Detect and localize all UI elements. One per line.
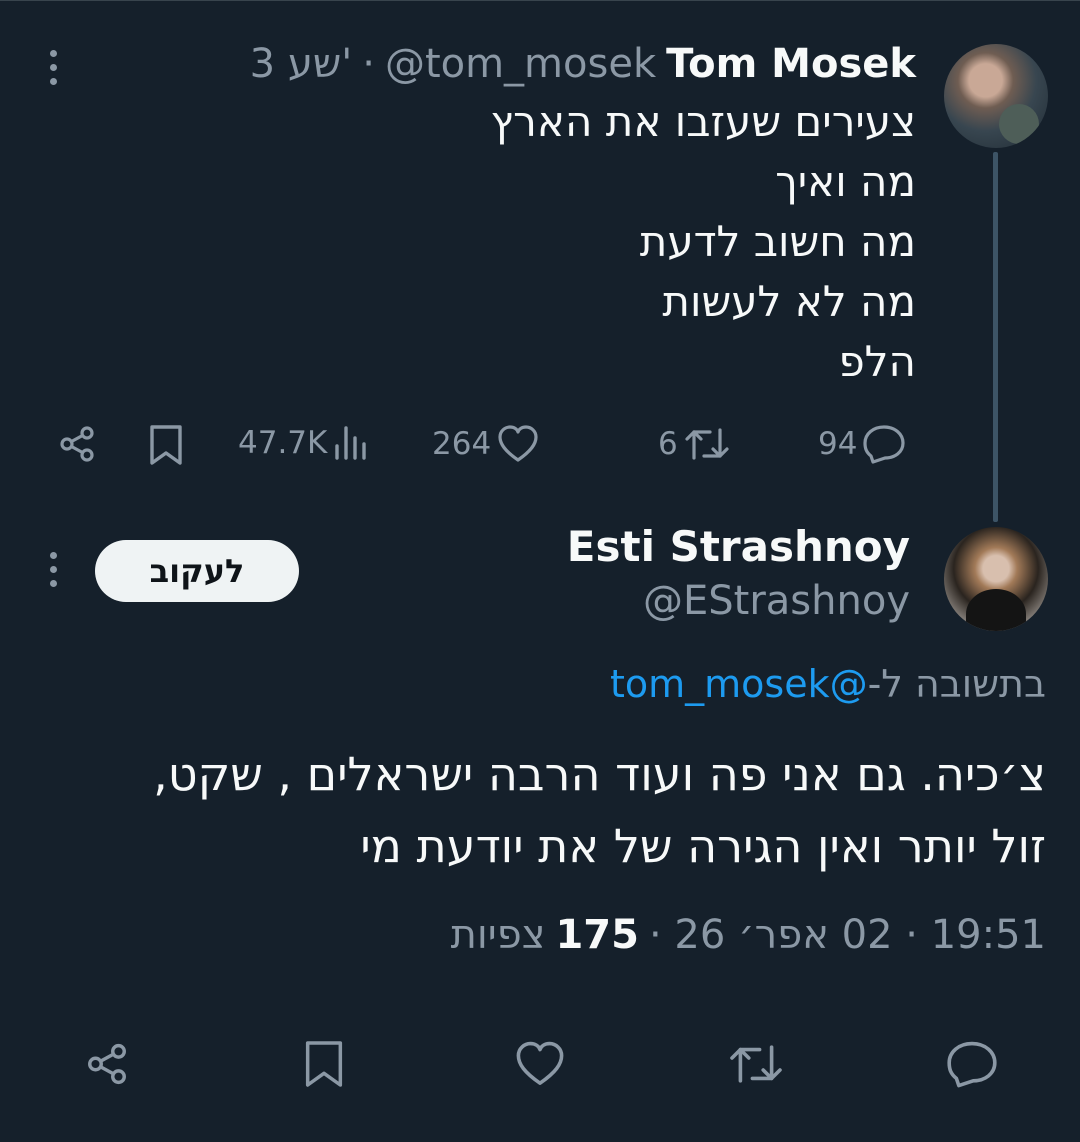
more-icon[interactable] [48, 50, 58, 85]
share-icon [60, 426, 94, 462]
parent-tweet-time[interactable]: 3 שע' [250, 41, 353, 87]
replies-count: 94 [818, 426, 858, 462]
top-divider [0, 0, 1080, 1]
main-tweet-actions [0, 1036, 1080, 1092]
reposts-count: 6 [658, 426, 678, 462]
parent-tweet-handle[interactable]: @tom_mosek [385, 41, 656, 87]
reply-button[interactable]: 94 [818, 424, 906, 464]
reply-button[interactable] [946, 1040, 998, 1092]
repost-icon [685, 428, 729, 460]
parent-tweet-text: צעירים שעזבו את הארץ מה ואיך מה חשוב לדע… [216, 92, 917, 392]
share-button[interactable] [84, 1040, 130, 1092]
main-tweet-handle[interactable]: @EStrashnoy [643, 578, 910, 624]
parent-tweet-line: מה חשוב לדעת [639, 217, 916, 266]
replying-to: בתשובה ל-@tom_mosek [610, 662, 1046, 706]
tom-mosek-avatar[interactable] [944, 44, 1048, 148]
parent-tweet-line: צעירים שעזבו את הארץ [490, 97, 917, 146]
parent-tweet-line: מה לא לעשות [662, 277, 916, 326]
like-icon [516, 1041, 564, 1085]
main-tweet-views-count: 175 [555, 912, 639, 958]
reply-icon [863, 425, 906, 464]
parent-tweet-line: מה ואיך [775, 157, 916, 206]
share-button[interactable] [57, 424, 97, 464]
views-icon [335, 426, 367, 460]
views-count: 47.7K [238, 425, 328, 461]
main-tweet-text: צ׳כיה. גם אני פה ועוד הרבה ישראלים , שקט… [36, 738, 1046, 882]
share-icon [88, 1043, 126, 1085]
main-tweet-line: זול יותר ואין הגירה של את יודעת מי [360, 819, 1046, 873]
more-icon[interactable] [48, 552, 58, 587]
follow-button[interactable]: לעקוב [95, 540, 299, 602]
like-button[interactable]: 264 [432, 424, 539, 464]
repost-button[interactable] [727, 1040, 785, 1092]
reply-icon [947, 1041, 997, 1088]
esti-strashnoy-avatar[interactable] [944, 527, 1048, 631]
parent-tweet-header: 3 שע' · @tom_mosek Tom Mosek [250, 38, 916, 90]
likes-count: 264 [432, 426, 492, 462]
views-button[interactable]: 47.7K [238, 424, 367, 462]
repost-icon [730, 1045, 782, 1083]
replying-to-link[interactable]: @tom_mosek [610, 662, 868, 706]
bookmark-button[interactable] [148, 424, 184, 466]
main-tweet-meta: 19:51 · 02 אפר׳ 26 · 175 צפיות [451, 912, 1046, 958]
like-button[interactable] [514, 1040, 566, 1092]
bookmark-icon [305, 1041, 343, 1087]
main-tweet-line: צ׳כיה. גם אני פה ועוד הרבה ישראלים , שקט… [153, 747, 1046, 801]
main-tweet-views-label: צפיות [450, 912, 546, 958]
repost-button[interactable]: 6 [658, 424, 730, 464]
parent-tweet-actions: 47.7K 264 6 94 [0, 418, 1080, 472]
main-tweet-display-name[interactable]: Esti Strashnoy [567, 522, 910, 571]
bookmark-icon [150, 425, 182, 465]
parent-tweet-display-name[interactable]: Tom Mosek [666, 41, 916, 87]
parent-tweet-separator: · [362, 41, 375, 87]
replying-to-prefix: בתשובה ל- [867, 662, 1046, 706]
like-icon [498, 425, 538, 462]
parent-tweet-line: הלפ [838, 337, 916, 386]
bookmark-button[interactable] [303, 1038, 345, 1094]
main-tweet-timestamp[interactable]: 19:51 · 02 אפר׳ 26 · [649, 912, 1046, 958]
